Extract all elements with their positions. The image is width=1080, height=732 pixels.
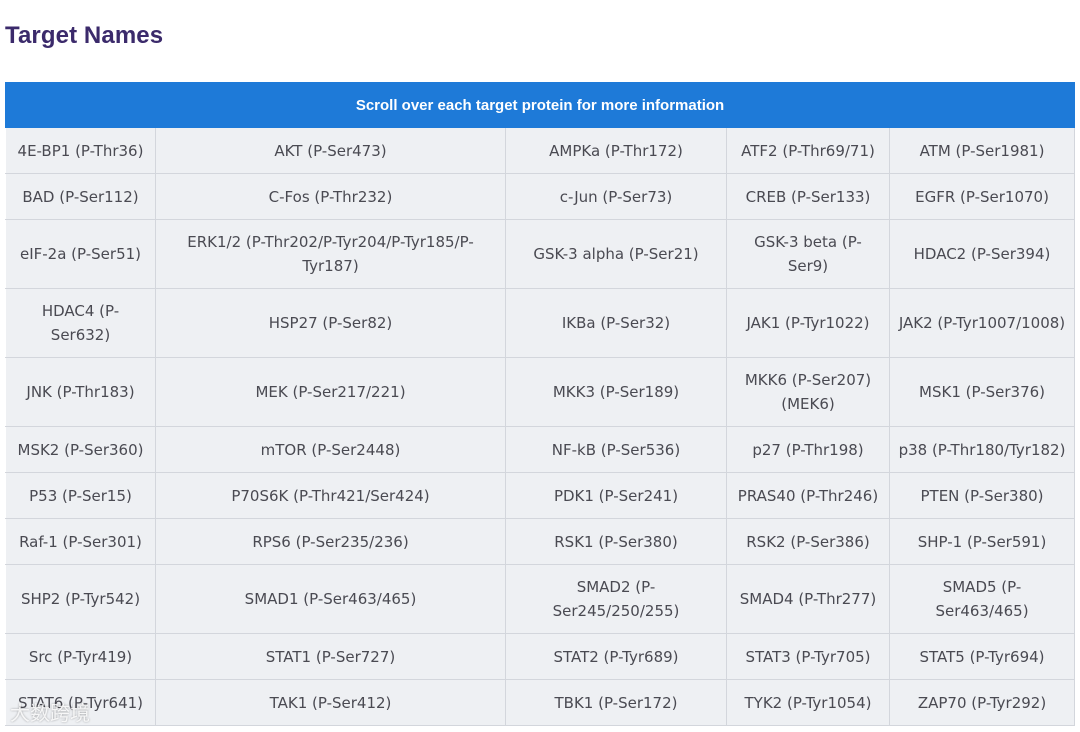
target-cell[interactable]: HSP27 (P-Ser82) [155, 288, 506, 358]
table-row: HDAC4 (P-Ser632) HSP27 (P-Ser82) IKBa (P… [5, 288, 1076, 358]
target-cell[interactable]: ERK1/2 (P-Thr202/P-Tyr204/P-Tyr185/P-Tyr… [155, 219, 506, 289]
target-cell[interactable]: AKT (P-Ser473) [155, 127, 506, 174]
target-cell[interactable]: mTOR (P-Ser2448) [155, 426, 506, 473]
target-cell[interactable]: MSK2 (P-Ser360) [5, 426, 156, 473]
target-cell[interactable]: P53 (P-Ser15) [5, 472, 156, 519]
table-row: P53 (P-Ser15) P70S6K (P-Thr421/Ser424) P… [5, 472, 1076, 519]
target-cell[interactable]: IKBa (P-Ser32) [505, 288, 727, 358]
target-cell[interactable]: C-Fos (P-Thr232) [155, 173, 506, 220]
table-row: Src (P-Tyr419) STAT1 (P-Ser727) STAT2 (P… [5, 633, 1076, 680]
table-row: JNK (P-Thr183) MEK (P-Ser217/221) MKK3 (… [5, 357, 1076, 427]
target-cell[interactable]: PDK1 (P-Ser241) [505, 472, 727, 519]
table-row: BAD (P-Ser112) C-Fos (P-Thr232) c-Jun (P… [5, 173, 1076, 220]
target-cell[interactable]: SHP-1 (P-Ser591) [888, 518, 1076, 565]
target-cell[interactable]: STAT1 (P-Ser727) [155, 633, 506, 680]
target-cell[interactable]: PRAS40 (P-Thr246) [726, 472, 890, 519]
target-cell[interactable]: c-Jun (P-Ser73) [505, 173, 727, 220]
target-cell[interactable]: CREB (P-Ser133) [726, 173, 890, 220]
target-cell[interactable]: EGFR (P-Ser1070) [888, 173, 1076, 220]
target-cell[interactable]: MKK3 (P-Ser189) [505, 357, 727, 427]
target-cell[interactable]: STAT3 (P-Tyr705) [726, 633, 890, 680]
target-cell[interactable]: AMPKa (P-Thr172) [505, 127, 727, 174]
target-cell[interactable]: TYK2 (P-Tyr1054) [726, 679, 890, 726]
target-cell[interactable]: RPS6 (P-Ser235/236) [155, 518, 506, 565]
target-cell[interactable]: Raf-1 (P-Ser301) [5, 518, 156, 565]
target-cell[interactable]: MKK6 (P-Ser207) (MEK6) [726, 357, 890, 427]
target-cell[interactable]: ATF2 (P-Thr69/71) [726, 127, 890, 174]
target-cell[interactable]: STAT5 (P-Tyr694) [888, 633, 1076, 680]
table-header-hint: Scroll over each target protein for more… [4, 82, 1076, 128]
target-names-table: Scroll over each target protein for more… [4, 82, 1076, 726]
target-cell[interactable]: p38 (P-Thr180/Tyr182) [888, 426, 1076, 473]
target-cell[interactable]: STAT6 (P-Tyr641) [5, 679, 156, 726]
target-cell[interactable]: ZAP70 (P-Tyr292) [888, 679, 1076, 726]
target-cell[interactable]: HDAC4 (P-Ser632) [5, 288, 156, 358]
target-cell[interactable]: PTEN (P-Ser380) [888, 472, 1076, 519]
target-cell[interactable]: GSK-3 beta (P-Ser9) [726, 219, 890, 289]
target-cell[interactable]: RSK2 (P-Ser386) [726, 518, 890, 565]
target-cell[interactable]: NF-kB (P-Ser536) [505, 426, 727, 473]
target-cell[interactable]: RSK1 (P-Ser380) [505, 518, 727, 565]
target-cell[interactable]: MEK (P-Ser217/221) [155, 357, 506, 427]
target-cell[interactable]: HDAC2 (P-Ser394) [888, 219, 1076, 289]
target-cell[interactable]: P70S6K (P-Thr421/Ser424) [155, 472, 506, 519]
target-cell[interactable]: SMAD1 (P-Ser463/465) [155, 564, 506, 634]
table-row: STAT6 (P-Tyr641) TAK1 (P-Ser412) TBK1 (P… [5, 679, 1076, 726]
target-cell[interactable]: SMAD2 (P-Ser245/250/255) [505, 564, 727, 634]
target-cell[interactable]: BAD (P-Ser112) [5, 173, 156, 220]
table-row: eIF-2a (P-Ser51) ERK1/2 (P-Thr202/P-Tyr2… [5, 219, 1076, 289]
target-cell[interactable]: GSK-3 alpha (P-Ser21) [505, 219, 727, 289]
target-cell[interactable]: TAK1 (P-Ser412) [155, 679, 506, 726]
target-cell[interactable]: JAK2 (P-Tyr1007/1008) [888, 288, 1076, 358]
table-row: MSK2 (P-Ser360) mTOR (P-Ser2448) NF-kB (… [5, 426, 1076, 473]
target-cell[interactable]: STAT2 (P-Tyr689) [505, 633, 727, 680]
target-cell[interactable]: SMAD4 (P-Thr277) [726, 564, 890, 634]
page-title: Target Names [5, 22, 164, 49]
target-cell[interactable]: SHP2 (P-Tyr542) [5, 564, 156, 634]
table-row: 4E-BP1 (P-Thr36) AKT (P-Ser473) AMPKa (P… [5, 127, 1076, 174]
target-cell[interactable]: ATM (P-Ser1981) [888, 127, 1076, 174]
target-cell[interactable]: SMAD5 (P-Ser463/465) [888, 564, 1076, 634]
target-cell[interactable]: JNK (P-Thr183) [5, 357, 156, 427]
target-cell[interactable]: 4E-BP1 (P-Thr36) [5, 127, 156, 174]
target-cell[interactable]: eIF-2a (P-Ser51) [5, 219, 156, 289]
target-cell[interactable]: MSK1 (P-Ser376) [888, 357, 1076, 427]
table-row: Raf-1 (P-Ser301) RPS6 (P-Ser235/236) RSK… [5, 518, 1076, 565]
target-cell[interactable]: p27 (P-Thr198) [726, 426, 890, 473]
target-cell[interactable]: TBK1 (P-Ser172) [505, 679, 727, 726]
table-row: SHP2 (P-Tyr542) SMAD1 (P-Ser463/465) SMA… [5, 564, 1076, 634]
target-cell[interactable]: JAK1 (P-Tyr1022) [726, 288, 890, 358]
target-cell[interactable]: Src (P-Tyr419) [5, 633, 156, 680]
